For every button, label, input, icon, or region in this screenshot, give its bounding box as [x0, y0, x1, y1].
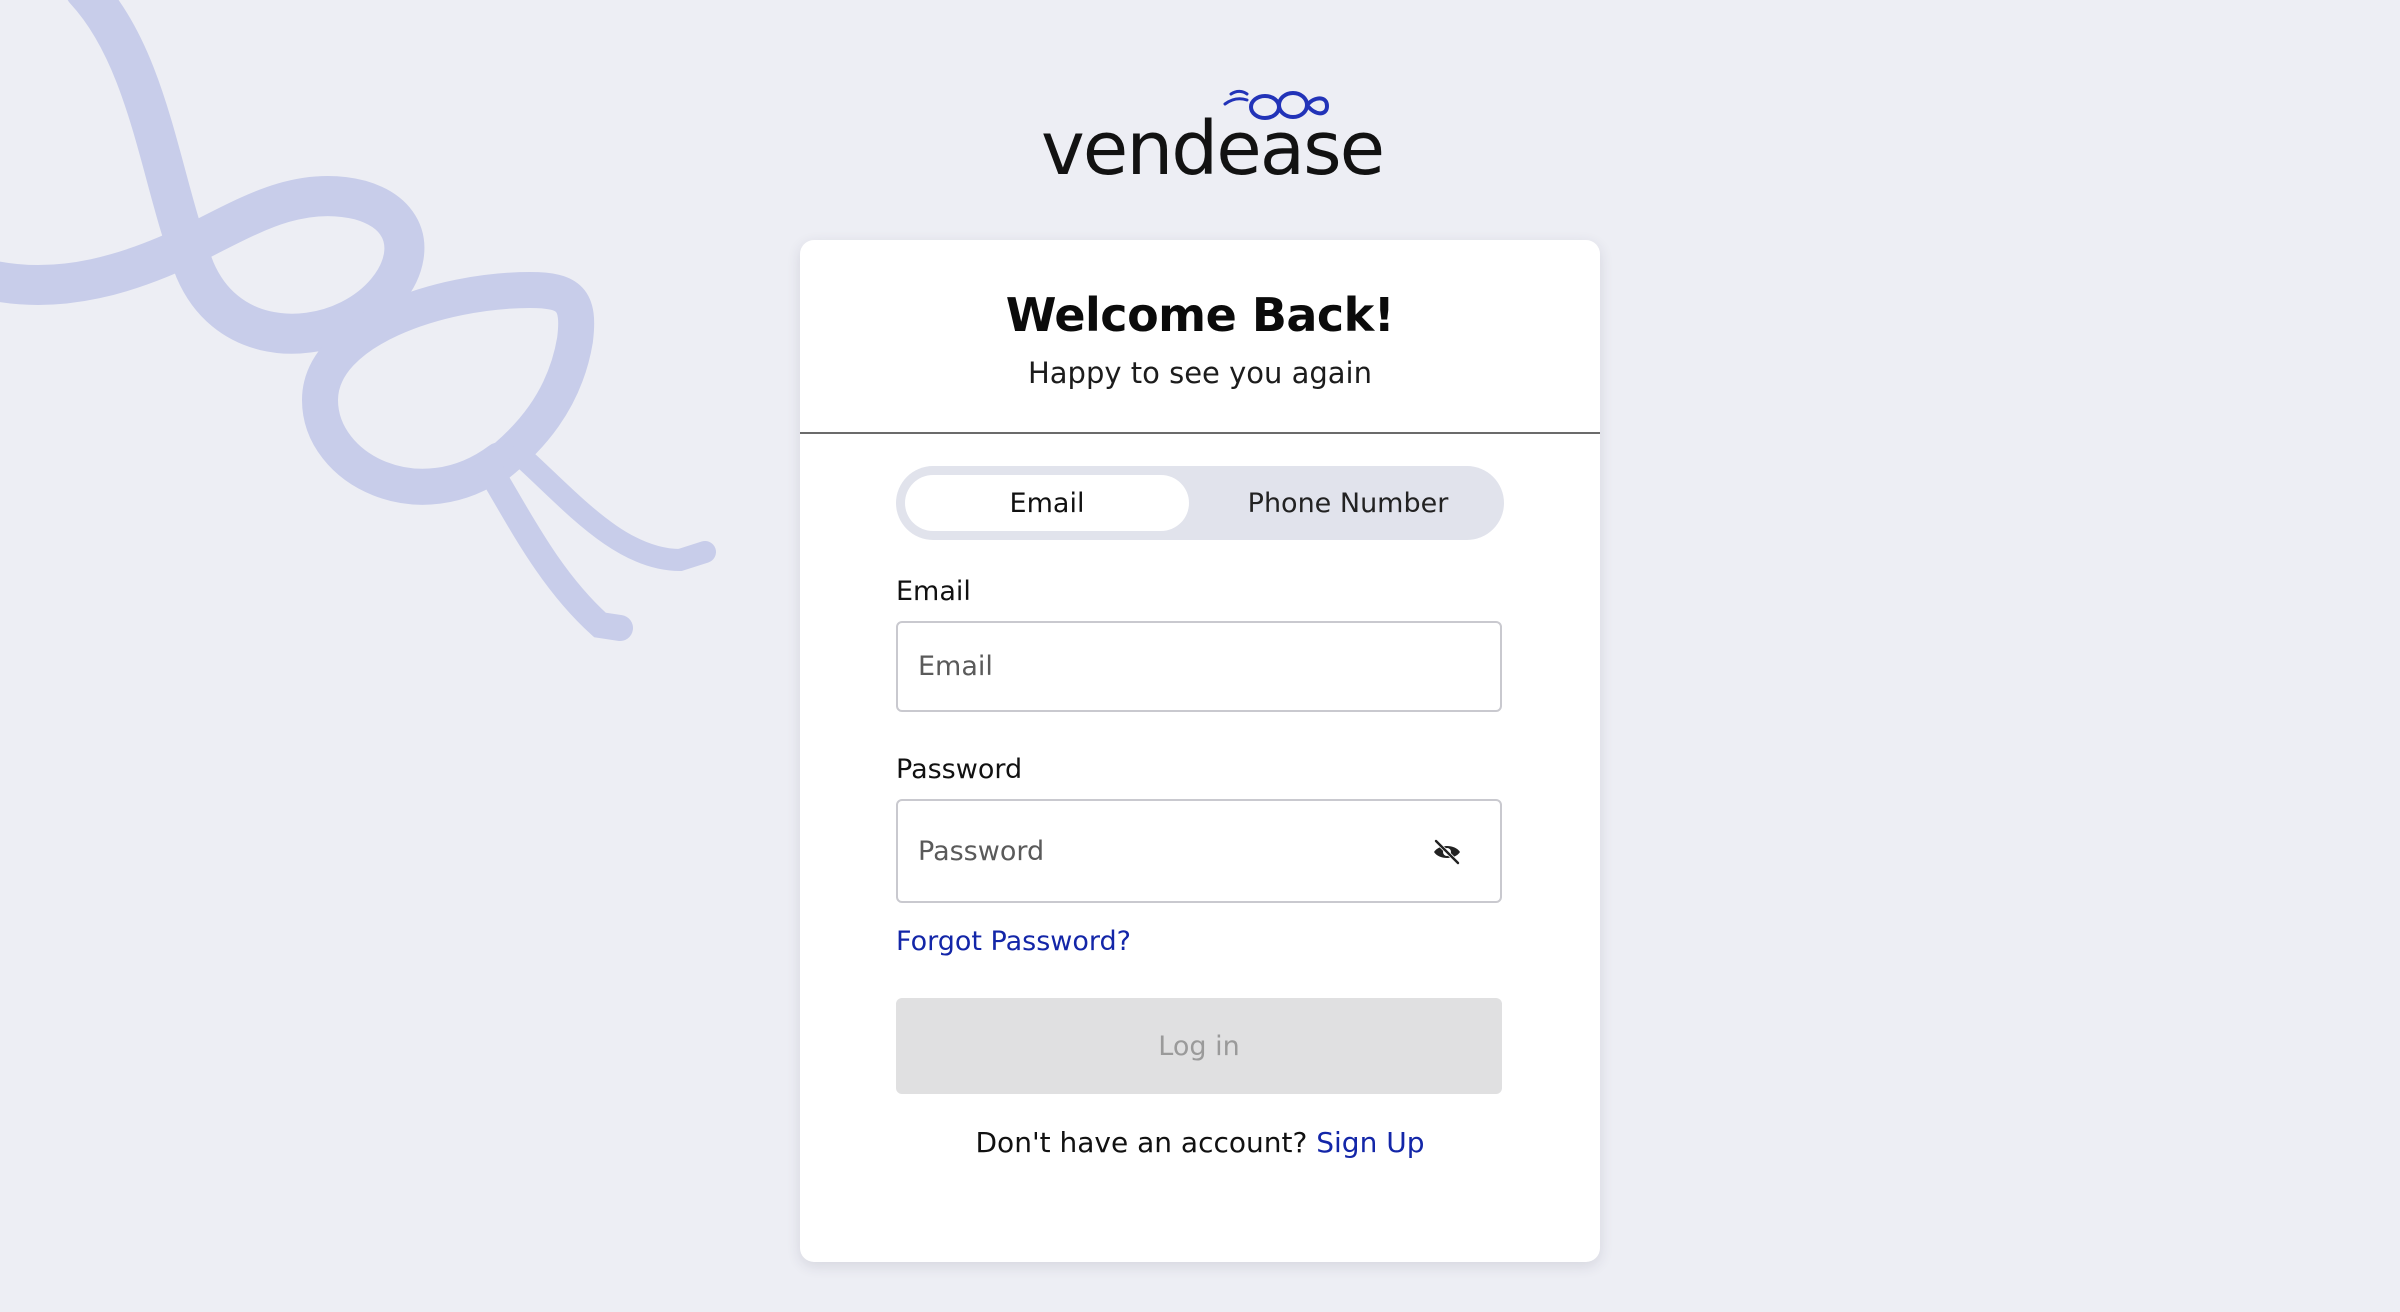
email-field-box [896, 621, 1502, 712]
email-label: Email [896, 576, 971, 607]
signup-row: Don't have an account? Sign Up [800, 1126, 1600, 1159]
tab-email[interactable]: Email [905, 475, 1189, 531]
logo-wordmark: vendease [1041, 106, 1385, 192]
password-field-box [896, 799, 1502, 903]
ribbon-decoration [0, 0, 716, 641]
card-header: Welcome Back! Happy to see you again [800, 240, 1600, 434]
login-card: Welcome Back! Happy to see you again Ema… [800, 240, 1600, 1262]
tab-phone-number[interactable]: Phone Number [1201, 475, 1495, 531]
login-button[interactable]: Log in [896, 998, 1502, 1094]
password-input[interactable] [918, 801, 1438, 901]
eye-off-icon[interactable] [1432, 838, 1462, 866]
vendease-logo: vendease [1035, 80, 1385, 190]
signup-prompt: Don't have an account? [975, 1126, 1308, 1159]
password-label: Password [896, 754, 1023, 785]
page-title: Welcome Back! [1005, 288, 1395, 342]
signup-link[interactable]: Sign Up [1316, 1126, 1424, 1159]
email-input[interactable] [918, 623, 1438, 710]
page-subtitle: Happy to see you again [1027, 356, 1372, 390]
forgot-password-link[interactable]: Forgot Password? [896, 926, 1131, 957]
login-method-toggle: Email Phone Number [896, 466, 1504, 540]
